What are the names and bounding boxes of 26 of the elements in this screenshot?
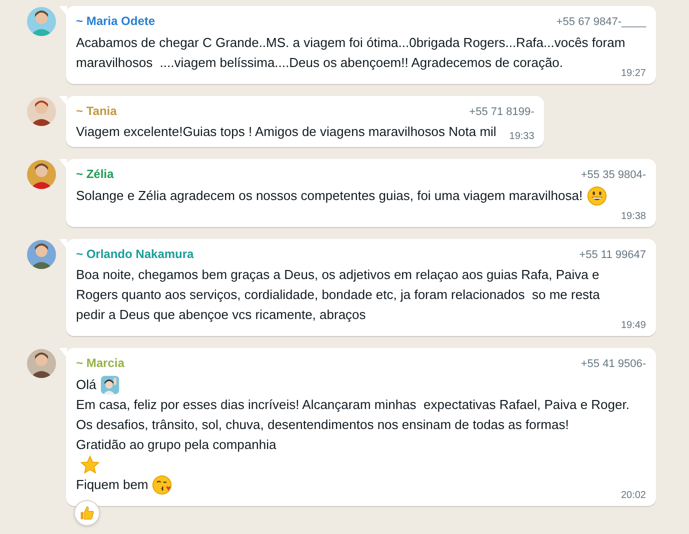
- grinning-face-icon: [586, 186, 607, 206]
- sender-name[interactable]: ~ Zélia: [76, 165, 114, 183]
- message-time: 19:49: [620, 319, 646, 332]
- phone-number: +55 67 9847-____: [556, 15, 646, 30]
- kissing-face-icon: [152, 474, 172, 494]
- phone-number: +55 35 9804-: [580, 168, 646, 183]
- message-text: Em casa, feliz por esses dias incríveis! Alcançaram minhas expectativas Rafael, Paiva e Roger. Os desafios, trânsito, sol, chuva, desentendimentos nos ensinam de todas as formas! Gratidão ao grupo pela companhia: [76, 396, 630, 454]
- message-time: 19:38: [620, 210, 646, 222]
- message-text: Viagem excelente!Guias tops ! Amigos de viagens maravilhosos Nota mil: [76, 123, 496, 141]
- message-time: 19:33: [509, 130, 534, 143]
- message-text: Olá: [76, 376, 96, 394]
- message-text: Solange e Zélia agradecem os nossos competentes guias, foi uma viagem maravilhosa!: [76, 186, 583, 205]
- raised-hand-person-icon: [100, 374, 120, 394]
- sender-name[interactable]: ~ Tania: [76, 102, 117, 120]
- message-text: Fiquem bem: [76, 476, 148, 494]
- reaction-badge[interactable]: [74, 500, 100, 526]
- message-text: Boa noite, chegamos bem graças a Deus, os adjetivos em relaçao aos guias Rafa, Paiva e Rogers quanto aos serviços, cordialidade, bondade etc, ja foram relacionados so me resta pedir a Deus que abençoe vcs ricamente, abraços: [76, 266, 600, 324]
- sender-name[interactable]: ~ Maria Odete: [76, 12, 156, 30]
- thumbs-up-icon: [79, 504, 95, 520]
- phone-number: +55 71 8199-: [469, 104, 534, 120]
- message-time: 20:02: [620, 488, 646, 502]
- sender-name[interactable]: ~ Marcia: [76, 354, 124, 372]
- phone-number: +55 11 99647: [579, 248, 646, 262]
- phone-number: +55 41 9506-: [580, 357, 646, 372]
- star-icon: [80, 454, 100, 474]
- sender-name[interactable]: ~ Orlando Nakamura: [76, 244, 194, 262]
